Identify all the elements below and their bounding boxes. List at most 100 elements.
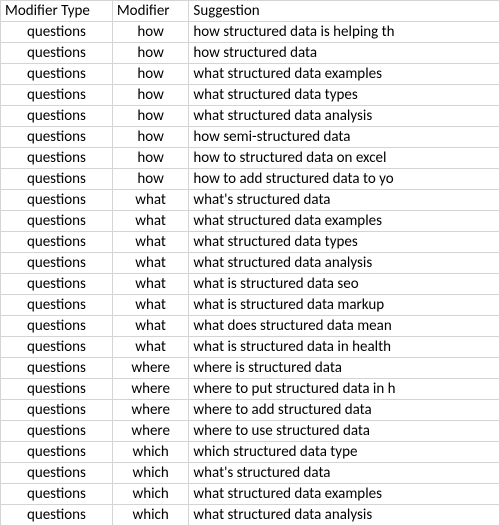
cell-modifier[interactable]: what [112, 232, 189, 253]
cell-modifier-type[interactable]: questions [1, 295, 113, 316]
cell-suggestion[interactable]: which structured data type [189, 442, 500, 463]
cell-suggestion[interactable]: what structured data analysis [189, 505, 500, 526]
cell-modifier[interactable]: how [112, 106, 189, 127]
cell-modifier-type[interactable]: questions [1, 337, 113, 358]
cell-suggestion[interactable]: what structured data types [189, 232, 500, 253]
table-row: questionswhichwhich structured data type [1, 442, 500, 463]
table-row: questionshowwhat structured data example… [1, 64, 500, 85]
cell-modifier-type[interactable]: questions [1, 316, 113, 337]
table-row: questionswhichwhat structured data examp… [1, 484, 500, 505]
table-row: questionswhatwhat does structured data m… [1, 316, 500, 337]
cell-modifier[interactable]: how [112, 64, 189, 85]
cell-suggestion[interactable]: what structured data examples [189, 64, 500, 85]
cell-modifier[interactable]: how [112, 148, 189, 169]
table-row: questionshowhow to add structured data t… [1, 169, 500, 190]
table-row: questionswhatwhat structured data exampl… [1, 211, 500, 232]
cell-modifier[interactable]: what [112, 316, 189, 337]
cell-modifier-type[interactable]: questions [1, 22, 113, 43]
cell-modifier[interactable]: where [112, 358, 189, 379]
table-row: questionswherewhere to put structured da… [1, 379, 500, 400]
cell-modifier[interactable]: what [112, 211, 189, 232]
cell-modifier[interactable]: how [112, 85, 189, 106]
cell-modifier[interactable]: what [112, 337, 189, 358]
cell-modifier[interactable]: how [112, 169, 189, 190]
cell-modifier-type[interactable]: questions [1, 400, 113, 421]
cell-modifier[interactable]: which [112, 463, 189, 484]
table-row: questionswhatwhat structured data types [1, 232, 500, 253]
cell-modifier[interactable]: what [112, 190, 189, 211]
cell-modifier[interactable]: how [112, 127, 189, 148]
cell-modifier-type[interactable]: questions [1, 463, 113, 484]
cell-suggestion[interactable]: what is structured data seo [189, 274, 500, 295]
cell-modifier[interactable]: which [112, 505, 189, 526]
cell-modifier-type[interactable]: questions [1, 211, 113, 232]
cell-modifier-type[interactable]: questions [1, 442, 113, 463]
cell-modifier[interactable]: where [112, 421, 189, 442]
cell-suggestion[interactable]: what structured data examples [189, 484, 500, 505]
cell-modifier[interactable]: how [112, 43, 189, 64]
cell-suggestion[interactable]: where to put structured data in h [189, 379, 500, 400]
cell-modifier[interactable]: where [112, 379, 189, 400]
cell-suggestion[interactable]: what structured data types [189, 85, 500, 106]
cell-modifier[interactable]: how [112, 22, 189, 43]
cell-modifier-type[interactable]: questions [1, 169, 113, 190]
cell-modifier[interactable]: what [112, 253, 189, 274]
cell-modifier[interactable]: which [112, 442, 189, 463]
cell-modifier-type[interactable]: questions [1, 106, 113, 127]
cell-suggestion[interactable]: how to add structured data to yo [189, 169, 500, 190]
header-row: Modifier Type Modifier Suggestion [1, 1, 500, 22]
table-row: questionswherewhere to use structured da… [1, 421, 500, 442]
cell-modifier-type[interactable]: questions [1, 421, 113, 442]
cell-modifier-type[interactable]: questions [1, 85, 113, 106]
table-row: questionswherewhere to add structured da… [1, 400, 500, 421]
cell-modifier[interactable]: what [112, 274, 189, 295]
cell-suggestion[interactable]: where is structured data [189, 358, 500, 379]
cell-suggestion[interactable]: what structured data analysis [189, 253, 500, 274]
table-row: questionswhatwhat is structured data seo [1, 274, 500, 295]
table-row: questionshowhow structured data [1, 43, 500, 64]
cell-modifier-type[interactable]: questions [1, 505, 113, 526]
cell-modifier-type[interactable]: questions [1, 64, 113, 85]
cell-suggestion[interactable]: what structured data analysis [189, 106, 500, 127]
header-modifier[interactable]: Modifier [112, 1, 189, 22]
cell-modifier-type[interactable]: questions [1, 127, 113, 148]
table-row: questionswhatwhat is structured data mar… [1, 295, 500, 316]
cell-suggestion[interactable]: how structured data is helping th [189, 22, 500, 43]
cell-modifier[interactable]: what [112, 295, 189, 316]
cell-suggestion[interactable]: what's structured data [189, 190, 500, 211]
table-row: questionswhichwhat structured data analy… [1, 505, 500, 526]
table-row: questionswhichwhat's structured data [1, 463, 500, 484]
table-row: questionshowhow semi-structured data [1, 127, 500, 148]
cell-modifier[interactable]: which [112, 484, 189, 505]
cell-suggestion[interactable]: how structured data [189, 43, 500, 64]
data-table: Modifier Type Modifier Suggestion questi… [0, 0, 500, 526]
cell-modifier[interactable]: where [112, 400, 189, 421]
cell-suggestion[interactable]: what structured data examples [189, 211, 500, 232]
cell-modifier-type[interactable]: questions [1, 190, 113, 211]
cell-modifier-type[interactable]: questions [1, 253, 113, 274]
cell-suggestion[interactable]: what's structured data [189, 463, 500, 484]
table-row: questionswhatwhat structured data analys… [1, 253, 500, 274]
cell-modifier-type[interactable]: questions [1, 484, 113, 505]
table-row: questionswhatwhat is structured data in … [1, 337, 500, 358]
cell-suggestion[interactable]: how to structured data on excel [189, 148, 500, 169]
cell-suggestion[interactable]: what does structured data mean [189, 316, 500, 337]
cell-suggestion[interactable]: how semi-structured data [189, 127, 500, 148]
header-modifier-type[interactable]: Modifier Type [1, 1, 113, 22]
table-row: questionswhatwhat's structured data [1, 190, 500, 211]
cell-suggestion[interactable]: what is structured data markup [189, 295, 500, 316]
table-row: questionshowhow structured data is helpi… [1, 22, 500, 43]
cell-modifier-type[interactable]: questions [1, 358, 113, 379]
table-row: questionshowhow to structured data on ex… [1, 148, 500, 169]
cell-modifier-type[interactable]: questions [1, 148, 113, 169]
cell-modifier-type[interactable]: questions [1, 379, 113, 400]
cell-modifier-type[interactable]: questions [1, 274, 113, 295]
cell-suggestion[interactable]: what is structured data in health [189, 337, 500, 358]
header-suggestion[interactable]: Suggestion [189, 1, 500, 22]
table-row: questionshowwhat structured data types [1, 85, 500, 106]
cell-modifier-type[interactable]: questions [1, 43, 113, 64]
cell-suggestion[interactable]: where to use structured data [189, 421, 500, 442]
cell-modifier-type[interactable]: questions [1, 232, 113, 253]
table-row: questionswherewhere is structured data [1, 358, 500, 379]
cell-suggestion[interactable]: where to add structured data [189, 400, 500, 421]
